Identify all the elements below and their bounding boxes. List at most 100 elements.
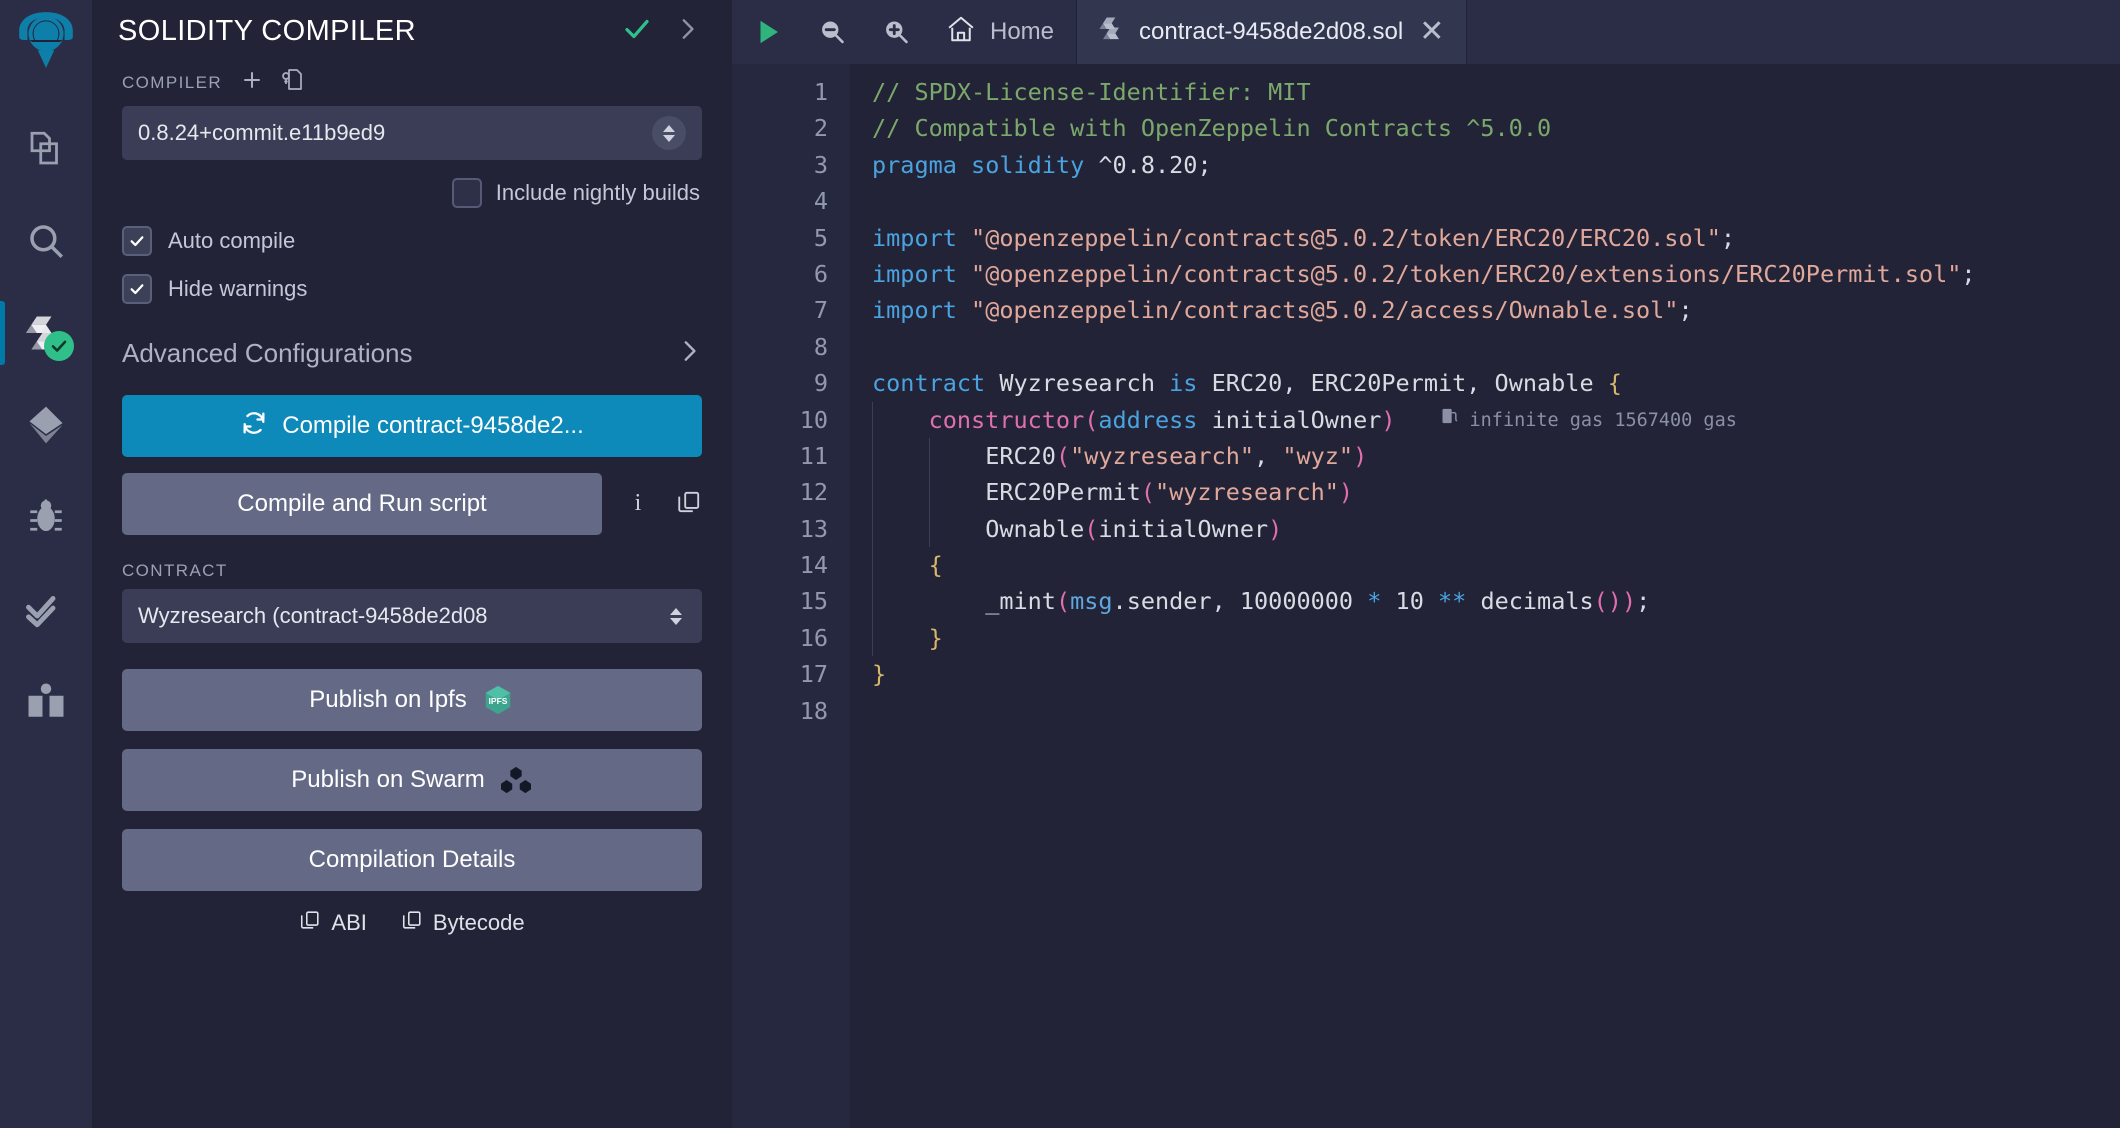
compilation-details-button[interactable]: Compilation Details <box>122 829 702 891</box>
code-token: _mint <box>985 587 1056 616</box>
compiler-label-text: COMPILER <box>122 72 222 92</box>
line-content: _mint(msg.sender, 10000000 * 10 ** decim… <box>850 583 1650 620</box>
code-token: ) <box>1353 441 1368 470</box>
svg-text:i: i <box>635 490 642 516</box>
auto-compile-checkbox[interactable] <box>122 226 152 256</box>
add-compiler-plus-icon[interactable] <box>240 68 264 97</box>
line-number: 4 <box>813 187 828 216</box>
line-number: 16 <box>799 623 828 652</box>
sidebar-item-solidity-compiler[interactable] <box>0 287 92 379</box>
hide-warnings-label: Hide warnings <box>168 276 308 301</box>
code-token: ( <box>1084 405 1099 434</box>
code-token: ; <box>1197 150 1212 179</box>
advanced-configurations-chevron-icon[interactable] <box>676 338 702 369</box>
code-content[interactable]: 1 // SPDX-License-Identifier: MIT 2 // Comp… <box>732 64 2120 1128</box>
code-token: ^0.8.20 <box>1098 150 1198 179</box>
sidebar-item-file-explorer[interactable] <box>0 103 92 195</box>
compile-contract-button[interactable]: Compile contract-9458de2... <box>122 395 702 457</box>
svg-text:IPFS: IPFS <box>488 696 507 706</box>
code-token: "wyzresearch" <box>1070 441 1255 470</box>
advanced-configurations-label: Advanced Configurations <box>122 338 413 368</box>
editor-tab-contract-file[interactable]: contract-9458de2d08.sol ✕ <box>1076 0 1468 64</box>
code-token: "wyzresearch" <box>1154 478 1339 507</box>
sidebar-item-debugger[interactable] <box>0 471 92 563</box>
code-token: .sender, <box>1112 587 1240 616</box>
code-token: { <box>928 551 943 580</box>
zoom-in-button[interactable] <box>864 0 928 64</box>
compiler-version-select[interactable]: 0.8.24+commit.e11b9ed9 <box>122 106 702 160</box>
advanced-configurations-row[interactable]: Advanced Configurations <box>122 338 702 369</box>
compiler-section-label: COMPILER <box>122 67 702 98</box>
swarm-icon <box>499 763 533 797</box>
line-number: 10 <box>799 405 828 434</box>
code-token: ) <box>1268 514 1283 543</box>
code-token: ERC20 <box>985 441 1056 470</box>
code-token: ; <box>1678 296 1693 325</box>
contract-section-label: CONTRACT <box>122 561 228 580</box>
panel-header-actions <box>622 14 708 49</box>
code-token: pragma <box>872 150 957 179</box>
code-line: 7 import "@openzeppelin/contracts@5.0.2/a… <box>732 292 2120 328</box>
copy-abi-button[interactable]: ABI <box>299 909 367 937</box>
code-token: address <box>1098 405 1198 434</box>
code-editor[interactable]: 1 // SPDX-License-Identifier: MIT 2 // Comp… <box>732 64 2120 1128</box>
sidebar-item-deploy-run[interactable] <box>0 379 92 471</box>
code-token: } <box>928 623 943 652</box>
sidebar-item-learneth[interactable] <box>0 655 92 747</box>
collapse-panel-chevron-icon[interactable] <box>674 16 700 47</box>
code-token: ) <box>1621 587 1637 616</box>
home-tab[interactable]: Home <box>932 0 1076 64</box>
compile-and-run-label: Compile and Run script <box>237 490 487 517</box>
line-content: constructor(address initialOwner) infinit… <box>850 401 1737 440</box>
bytecode-label: Bytecode <box>432 910 525 935</box>
contract-select-value: Wyzresearch (contract-9458de2d08 <box>138 603 488 628</box>
editor-area: Home contract-9458de2d08.sol ✕ 1 // SPDX… <box>732 0 2120 1128</box>
custom-compiler-file-icon[interactable] <box>280 67 304 98</box>
code-line: 16 } <box>732 619 2120 657</box>
auto-compile-row[interactable]: Auto compile <box>122 226 702 256</box>
code-line: 11 ERC20("wyzresearch", "wyz") <box>732 437 2120 475</box>
sidebar-item-analyzers[interactable] <box>0 563 92 655</box>
code-token: // Compatible with OpenZeppelin Contract… <box>872 114 1552 143</box>
run-script-button[interactable] <box>736 0 800 64</box>
include-nightly-builds-row[interactable]: Include nightly builds <box>122 178 702 208</box>
refresh-icon <box>240 409 268 444</box>
contract-select-stepper-icon[interactable] <box>666 599 686 633</box>
solidity-compiler-panel: SOLIDITY COMPILER COMPILER 0.8.24+commit… <box>92 0 732 1128</box>
line-number: 11 <box>799 441 828 470</box>
copy-script-icon[interactable] <box>676 489 702 520</box>
code-token: "@openzeppelin/contracts@5.0.2/access/Ow… <box>971 296 1679 325</box>
contract-select[interactable]: Wyzresearch (contract-9458de2d08 <box>122 589 702 643</box>
code-line: 14 { <box>732 547 2120 584</box>
script-info-icon[interactable]: i <box>626 488 650 521</box>
publish-on-ipfs-button[interactable]: Publish on Ipfs IPFS <box>122 669 702 731</box>
remix-logo-icon[interactable] <box>13 8 79 79</box>
zoom-out-button[interactable] <box>800 0 864 64</box>
code-token: "@openzeppelin/contracts@5.0.2/token/ERC… <box>971 223 1721 252</box>
compile-and-run-script-button[interactable]: Compile and Run script <box>122 473 602 535</box>
hide-warnings-row[interactable]: Hide warnings <box>122 274 702 304</box>
compiler-version-stepper-icon[interactable] <box>652 116 686 150</box>
compilation-details-label: Compilation Details <box>308 846 516 873</box>
indent-guide <box>929 437 930 475</box>
sidebar-item-search[interactable] <box>0 195 92 287</box>
include-nightly-checkbox[interactable] <box>451 178 482 208</box>
line-content: pragma solidity ^0.8.20; <box>850 147 1212 183</box>
line-number: 2 <box>813 114 828 143</box>
line-content: // Compatible with OpenZeppelin Contract… <box>850 110 1551 146</box>
code-token: ( <box>1140 478 1155 507</box>
close-tab-icon[interactable]: ✕ <box>1419 17 1444 47</box>
hide-warnings-checkbox[interactable] <box>122 274 152 304</box>
code-line: 12 ERC20Permit("wyzresearch") <box>732 474 2120 511</box>
code-token: ** <box>1438 587 1467 616</box>
artifact-copy-row: ABI Bytecode <box>122 909 702 937</box>
line-content: ERC20("wyzresearch", "wyz") <box>850 437 1368 475</box>
compiler-success-badge <box>44 331 74 361</box>
publish-on-swarm-button[interactable]: Publish on Swarm <box>122 749 702 811</box>
copy-bytecode-button[interactable]: Bytecode <box>401 909 525 937</box>
code-token: is <box>1169 369 1198 398</box>
code-token: ( <box>1084 514 1099 543</box>
